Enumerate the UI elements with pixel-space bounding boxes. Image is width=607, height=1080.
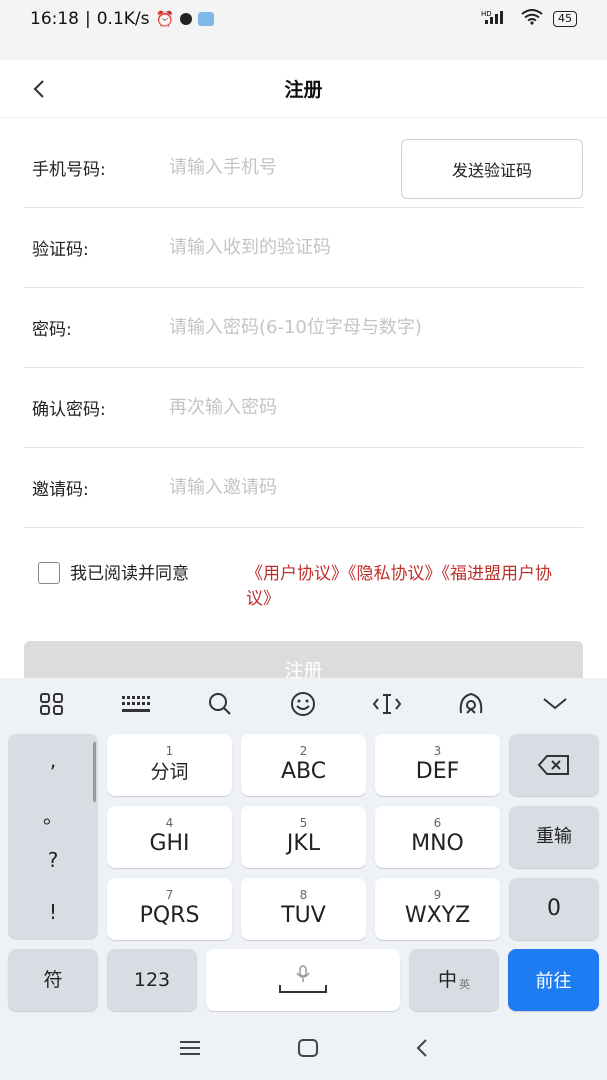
key-2[interactable]: 2 ABC (241, 734, 366, 796)
microphone-icon (296, 965, 310, 982)
code-label: 验证码: (32, 240, 89, 260)
page-title: 注册 (284, 79, 323, 101)
punct-question[interactable]: ? (8, 848, 98, 872)
confirm-password-input[interactable] (169, 397, 583, 418)
send-code-button[interactable]: 发送验证码 (401, 139, 583, 199)
back-nav-icon[interactable] (415, 1038, 429, 1062)
code-input[interactable] (169, 237, 583, 258)
key-5[interactable]: 5 JKL (241, 806, 366, 868)
space-key[interactable] (206, 949, 400, 1011)
agreement-links[interactable]: 《用户协议》《隐私协议》《福进盟用户协议》 (246, 562, 576, 612)
code-row: 验证码: (24, 208, 583, 288)
status-time: 16:18 (30, 9, 79, 29)
password-input[interactable] (169, 317, 583, 338)
home-icon[interactable] (297, 1038, 319, 1062)
phone-label: 手机号码: (32, 160, 106, 180)
search-icon[interactable] (200, 684, 240, 724)
signal-icon: HD (481, 9, 511, 29)
agree-text: 我已阅读并同意 (70, 564, 189, 584)
back-button[interactable] (26, 76, 52, 102)
key-6[interactable]: 6 MNO (375, 806, 500, 868)
alarm-icon: ⏰ (155, 10, 175, 28)
password-label: 密码: (32, 320, 72, 340)
go-key[interactable]: 前往 (508, 949, 599, 1011)
wifi-icon (521, 9, 543, 29)
punct-period[interactable]: 。 (8, 800, 98, 829)
punct-comma[interactable]: , (8, 748, 98, 772)
invite-input[interactable] (169, 477, 583, 498)
language-switch-key[interactable]: 中 英 (409, 949, 499, 1011)
key-1[interactable]: 1 分词 (107, 734, 232, 796)
invite-label: 邀请码: (32, 480, 89, 500)
keyboard-icon[interactable] (116, 684, 156, 724)
invite-row: 邀请码: (24, 448, 583, 528)
cursor-move-icon[interactable] (367, 684, 407, 724)
zero-key[interactable]: 0 (509, 878, 599, 940)
chevron-left-icon (33, 80, 44, 98)
status-bar: 16:18 | 0.1K/s ⏰ HD 45 (0, 0, 607, 38)
emoji-icon[interactable] (283, 684, 323, 724)
password-row: 密码: (24, 288, 583, 368)
key-7[interactable]: 7 PQRS (107, 878, 232, 940)
battery-icon: 45 (553, 11, 577, 27)
svg-text:HD: HD (481, 10, 492, 18)
register-form: 手机号码: 发送验证码 验证码: 密码: 确认密码: 邀请码: (24, 128, 583, 528)
agree-checkbox[interactable] (38, 562, 60, 584)
key-4[interactable]: 4 GHI (107, 806, 232, 868)
nav-bar: 注册 (0, 60, 607, 118)
punct-scrollbar (93, 742, 96, 802)
keyboard-notify-icon (198, 12, 215, 26)
backspace-key[interactable] (509, 734, 599, 796)
backspace-icon (537, 755, 569, 775)
apps-grid-icon[interactable] (32, 684, 72, 724)
punctuation-column[interactable]: , 。 ? ! (8, 734, 98, 940)
key-3[interactable]: 3 DEF (375, 734, 500, 796)
notification-icon (180, 13, 193, 25)
retype-key[interactable]: 重输 (509, 806, 599, 868)
network-speed: 0.1K/s (96, 9, 150, 29)
collapse-keyboard-icon[interactable] (535, 684, 575, 724)
symbol-key[interactable]: 符 (8, 949, 98, 1011)
key-8[interactable]: 8 TUV (241, 878, 366, 940)
punct-exclaim[interactable]: ! (8, 900, 98, 924)
key-9[interactable]: 9 WXYZ (375, 878, 500, 940)
phone-row: 手机号码: 发送验证码 (24, 128, 583, 208)
menu-icon[interactable] (178, 1039, 202, 1061)
ai-assistant-icon[interactable] (451, 684, 491, 724)
number-key[interactable]: 123 (107, 949, 197, 1011)
confirm-password-row: 确认密码: (24, 368, 583, 448)
system-nav-bar (0, 1020, 607, 1080)
keyboard-toolbar (0, 678, 607, 730)
space-bar-icon (279, 985, 327, 993)
confirm-password-label: 确认密码: (32, 400, 106, 420)
